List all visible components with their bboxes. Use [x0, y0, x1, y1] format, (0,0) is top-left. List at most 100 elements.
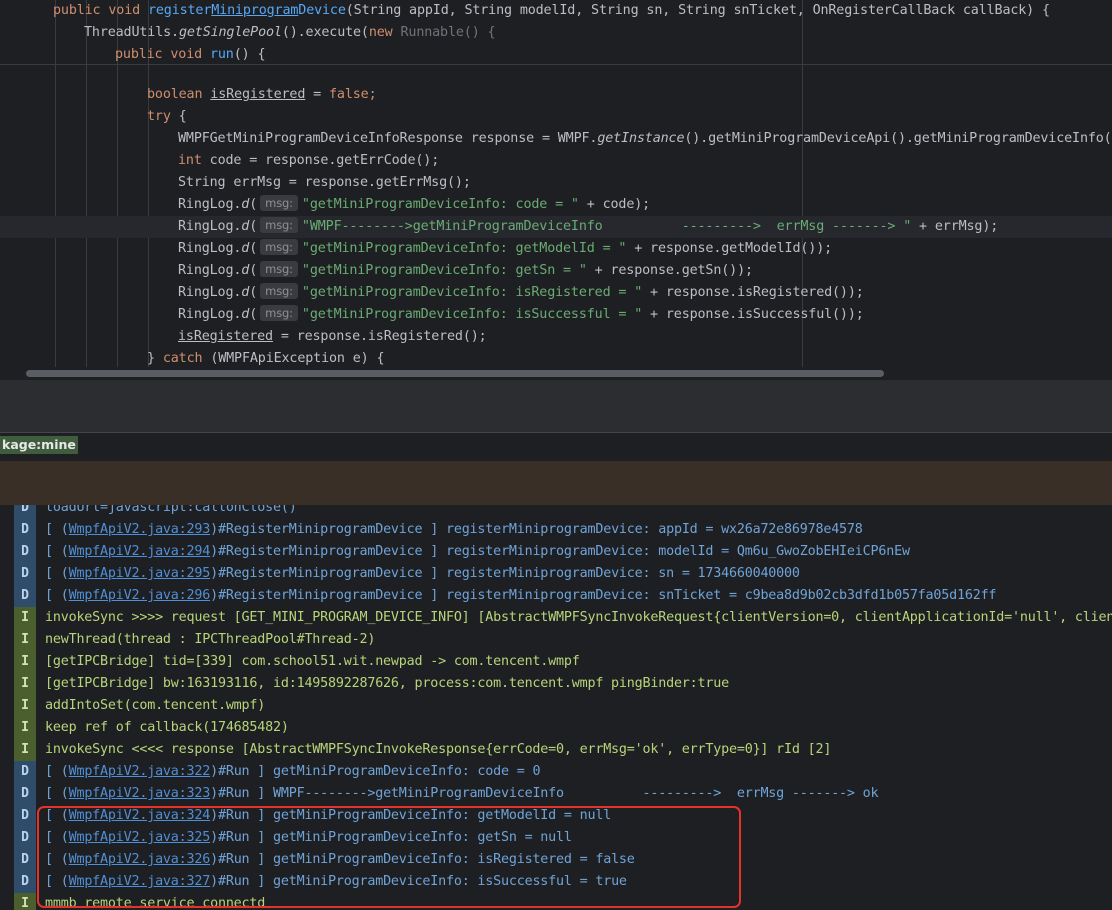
- log-text: )#RegisterMiniprogramDevice ] registerMi…: [210, 566, 800, 581]
- source-link[interactable]: WmpfApiV2.java:294: [69, 544, 211, 559]
- log-row[interactable]: D [ (WmpfApiV2.java:322)#Run ] getMiniPro…: [0, 761, 1112, 783]
- log-level-badge: D: [14, 871, 36, 893]
- log-message: [ (WmpfApiV2.java:322)#Run ] getMiniProg…: [45, 761, 541, 783]
- editor-gutter[interactable]: [0, 0, 22, 380]
- log-row[interactable]: IinvokeSync <<<< response [AbstractWMPFS…: [0, 739, 1112, 761]
- log-message: [ (WmpfApiV2.java:326)#Run ] getMiniProg…: [45, 849, 635, 871]
- log-message: [ (WmpfApiV2.java:293)#RegisterMiniprogr…: [45, 519, 863, 541]
- log-row[interactable]: D [ (WmpfApiV2.java:293)#RegisterMiniprog…: [0, 519, 1112, 541]
- log-message: [ (WmpfApiV2.java:294)#RegisterMiniprogr…: [45, 541, 910, 563]
- log-level-badge: I: [14, 739, 36, 761]
- log-row[interactable]: Ikeep ref of callback(174685482): [0, 717, 1112, 739]
- source-link[interactable]: WmpfApiV2.java:296: [69, 588, 211, 603]
- code-token: RingLog.: [178, 197, 242, 212]
- log-message: [ (WmpfApiV2.java:296)#RegisterMiniprogr…: [45, 585, 996, 607]
- parameter-hint: msg:: [260, 283, 298, 299]
- log-message: [ (WmpfApiV2.java:323)#Run ] WMPF-------…: [45, 783, 879, 805]
- log-row[interactable]: DloadUrl=javascript:callonClose(): [0, 505, 1112, 519]
- log-message: newThread(thread : IPCThreadPool#Thread-…: [45, 632, 376, 647]
- source-link[interactable]: WmpfApiV2.java:327: [69, 874, 211, 889]
- log-row[interactable]: D [ (WmpfApiV2.java:324)#Run ] getMiniPro…: [0, 805, 1112, 827]
- log-level-badge: I: [14, 607, 36, 629]
- log-message: invokeSync >>>> request [GET_MINI_PROGRA…: [45, 610, 1112, 625]
- code-token: (: [249, 285, 258, 300]
- code-token: () {: [233, 47, 266, 62]
- source-link[interactable]: WmpfApiV2.java:295: [69, 566, 211, 581]
- source-link[interactable]: WmpfApiV2.java:326: [69, 852, 211, 867]
- indent-guide: [55, 0, 56, 380]
- code-token: Miniprogram: [211, 3, 299, 18]
- code-token: "getMiniProgramDeviceInfo: getModelId = …: [301, 241, 627, 256]
- log-message: [ (WmpfApiV2.java:324)#Run ] getMiniProg…: [45, 805, 611, 827]
- parameter-hint: msg:: [260, 239, 298, 255]
- log-text: )#Run ] getMiniProgramDeviceInfo: getMod…: [210, 808, 612, 823]
- source-link[interactable]: WmpfApiV2.java:324: [69, 808, 211, 823]
- code-token: RingLog.: [178, 241, 242, 256]
- log-message: mmmb remote service connectd: [45, 896, 266, 910]
- log-text: )#Run ] getMiniProgramDeviceInfo: getSn …: [210, 830, 572, 845]
- log-row[interactable]: I [getIPCBridge] bw:163193116, id:1495892…: [0, 673, 1112, 695]
- horizontal-scrollbar-thumb[interactable]: [26, 370, 884, 377]
- code-token: String errMsg = response.getErrMsg();: [178, 175, 471, 190]
- code-editor[interactable]: public void registerMiniprogramDevice(St…: [0, 0, 1112, 380]
- log-level-badge: D: [14, 849, 36, 871]
- code-token: run: [209, 47, 234, 62]
- code-token: (: [249, 241, 258, 256]
- log-prefix: [ (: [45, 874, 69, 889]
- code-token: =: [305, 87, 329, 102]
- logcat-filter-bar[interactable]: [0, 432, 1112, 462]
- code-token: (String appId, String modelId, String sn…: [345, 3, 1050, 18]
- log-prefix: [ (: [45, 786, 69, 801]
- log-message: [ (WmpfApiV2.java:327)#Run ] getMiniProg…: [45, 871, 627, 893]
- code-token: int: [178, 153, 210, 168]
- log-row[interactable]: D [ (WmpfApiV2.java:325)#Run ] getMiniPro…: [0, 827, 1112, 849]
- source-link[interactable]: WmpfApiV2.java:293: [69, 522, 211, 537]
- log-message: [getIPCBridge] bw:163193116, id:14958922…: [45, 676, 729, 691]
- code-token: Runnable() {: [400, 25, 496, 40]
- indent-guide: [86, 0, 87, 380]
- log-level-badge: D: [14, 505, 36, 519]
- log-row[interactable]: InewThread(thread : IPCThreadPool#Thread…: [0, 629, 1112, 651]
- log-level-badge: I: [14, 629, 36, 651]
- log-row[interactable]: D [ (WmpfApiV2.java:296)#RegisterMiniprog…: [0, 585, 1112, 607]
- log-text: )#RegisterMiniprogramDevice ] registerMi…: [210, 588, 997, 603]
- source-link[interactable]: WmpfApiV2.java:322: [69, 764, 211, 779]
- log-row[interactable]: D [ (WmpfApiV2.java:327)#Run ] getMiniPro…: [0, 871, 1112, 893]
- log-level-badge: D: [14, 519, 36, 541]
- log-row[interactable]: IaddIntoSet(com.tencent.wmpf): [0, 695, 1112, 717]
- log-row[interactable]: D [ (WmpfApiV2.java:295)#RegisterMiniprog…: [0, 563, 1112, 585]
- code-line[interactable]: RingLog.d(msg: "WMPF-------->getMiniProgr…: [0, 216, 1112, 238]
- log-level-badge: I: [14, 695, 36, 717]
- log-row[interactable]: D [ (WmpfApiV2.java:326)#Run ] getMiniPro…: [0, 849, 1112, 871]
- code-token: isRegistered: [210, 87, 306, 102]
- panel-divider[interactable]: [0, 380, 1112, 432]
- log-row[interactable]: D [ (WmpfApiV2.java:294)#RegisterMiniprog…: [0, 541, 1112, 563]
- log-level-badge: D: [14, 563, 36, 585]
- log-text: )#Run ] getMiniProgramDeviceInfo: isSucc…: [210, 874, 627, 889]
- code-token: (: [249, 197, 258, 212]
- code-token: + response.getModelId());: [626, 241, 833, 256]
- log-prefix: [ (: [45, 588, 69, 603]
- code-token: new: [368, 25, 401, 40]
- log-level-badge: D: [14, 541, 36, 563]
- source-link[interactable]: WmpfApiV2.java:325: [69, 830, 211, 845]
- log-row[interactable]: D [ (WmpfApiV2.java:323)#Run ] WMPF------…: [0, 783, 1112, 805]
- log-row[interactable]: I [getIPCBridge] tid=[339] com.school51.w…: [0, 651, 1112, 673]
- code-token: Device: [298, 3, 346, 18]
- log-prefix: [ (: [45, 544, 69, 559]
- log-text: )#Run ] WMPF-------->getMiniProgramDevic…: [210, 786, 879, 801]
- log-level-badge: I: [14, 717, 36, 739]
- logcat-filter-query[interactable]: kage:mine: [0, 436, 78, 454]
- code-token: (WMPFApiException e) {: [210, 351, 385, 366]
- code-token: RingLog.: [178, 219, 242, 234]
- log-row[interactable]: Immmb remote service connectd: [0, 893, 1112, 910]
- code-token: + code);: [578, 197, 651, 212]
- logcat-output[interactable]: DloadUrl=javascript:callonClose() D[ (Wmp…: [0, 505, 1112, 910]
- code-token: + response.isRegistered());: [642, 285, 864, 300]
- logcat-separator-bar: [0, 461, 1112, 505]
- log-text: )#RegisterMiniprogramDevice ] registerMi…: [210, 522, 863, 537]
- log-row[interactable]: IinvokeSync >>>> request [GET_MINI_PROGR…: [0, 607, 1112, 629]
- source-link[interactable]: WmpfApiV2.java:323: [69, 786, 211, 801]
- code-token: getInstance: [597, 131, 685, 146]
- log-text: )#Run ] getMiniProgramDeviceInfo: isRegi…: [210, 852, 635, 867]
